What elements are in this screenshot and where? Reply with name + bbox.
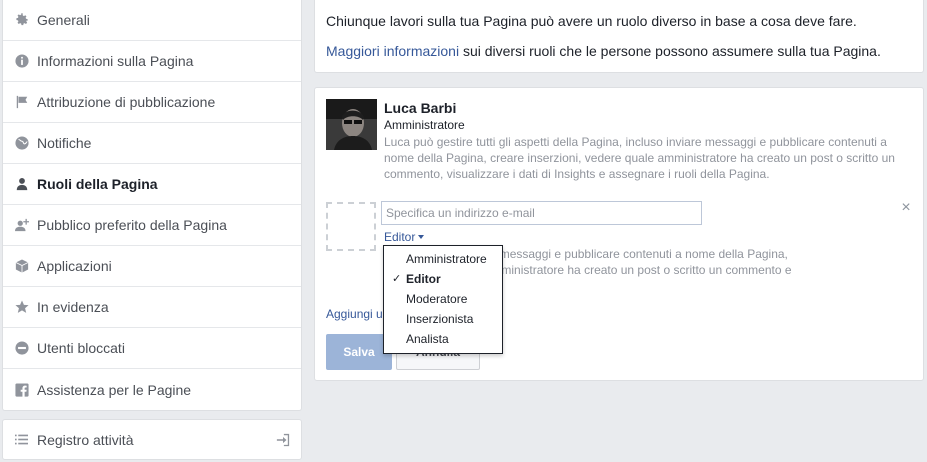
role-option-analista[interactable]: Analista	[384, 329, 502, 349]
email-field[interactable]	[381, 201, 702, 225]
sidebar-item-label: Attribuzione di pubblicazione	[37, 94, 216, 110]
list-icon	[14, 432, 29, 447]
sidebar-item-utenti-bloccati[interactable]: Utenti bloccati	[3, 328, 301, 369]
sidebar-item-label: Generali	[37, 12, 90, 28]
globe-icon	[14, 136, 29, 151]
learn-more-link[interactable]: Maggiori informazioni	[326, 43, 459, 59]
role-option-moderatore[interactable]: Moderatore	[384, 289, 502, 309]
sidebar-item-label: Ruoli della Pagina	[37, 176, 158, 192]
sidebar-item-label: Informazioni sulla Pagina	[37, 53, 194, 69]
person-icon	[14, 177, 29, 192]
role-option-inserzionista[interactable]: Inserzionista	[384, 309, 502, 329]
sidebar-item-notifiche[interactable]: Notifiche	[3, 123, 301, 164]
close-icon[interactable]: ×	[899, 200, 913, 216]
sidebar-item-pubblico[interactable]: Pubblico preferito della Pagina	[3, 205, 301, 246]
sidebar-item-label: Assistenza per le Pagine	[37, 381, 192, 398]
sidebar-item-attribuzione[interactable]: Attribuzione di pubblicazione	[3, 82, 301, 123]
add-another-link[interactable]: Aggiungi u	[326, 307, 383, 321]
sidebar-item-label: In evidenza	[37, 299, 109, 315]
sidebar-item-generali[interactable]: Generali	[3, 0, 301, 41]
open-external-icon[interactable]	[276, 433, 290, 447]
facebook-icon	[14, 382, 29, 397]
role-selector[interactable]: Editor	[384, 230, 425, 244]
role-selector-label: Editor	[384, 230, 416, 244]
role-dropdown-menu: Amministratore ✓ Editor Moderatore Inserz…	[383, 245, 503, 354]
learn-more-rest: sui diversi ruoli che le persone possono…	[459, 43, 881, 59]
person-add-icon	[14, 218, 29, 233]
role-option-amministratore[interactable]: Amministratore	[384, 249, 502, 269]
sidebar-item-label: Registro attività	[37, 431, 134, 448]
gear-icon	[14, 13, 29, 28]
role-option-label: Amministratore	[406, 252, 487, 266]
role-option-label: Moderatore	[406, 292, 468, 306]
avatar[interactable]	[326, 99, 377, 150]
sidebar-item-ruoli[interactable]: Ruoli della Pagina	[3, 164, 301, 205]
role-option-editor[interactable]: ✓ Editor	[384, 269, 502, 289]
chevron-down-icon	[418, 235, 425, 239]
roles-learn-more-text: Maggiori informazioni sui diversi ruoli …	[326, 42, 912, 60]
sidebar-item-registro-attivita[interactable]: Registro attività	[2, 419, 302, 460]
flag-icon	[14, 95, 29, 110]
settings-sidebar: Generali Informazioni sulla Pagina Attri…	[2, 0, 302, 411]
role-option-label: Inserzionista	[406, 312, 474, 326]
roles-info-card: Chiunque lavori sulla tua Pagina può ave…	[314, 0, 924, 73]
user-name[interactable]: Luca Barbi	[384, 100, 456, 116]
sidebar-item-informazioni[interactable]: Informazioni sulla Pagina	[3, 41, 301, 82]
sidebar-item-label: Utenti bloccati	[37, 340, 125, 356]
sidebar-item-in-evidenza[interactable]: In evidenza	[3, 287, 301, 328]
sidebar-item-label: Notifiche	[37, 135, 92, 151]
sidebar-item-assistenza[interactable]: Assistenza per le Pagine	[3, 369, 301, 410]
block-icon	[14, 341, 29, 356]
star-icon	[14, 300, 29, 315]
user-role: Amministratore	[384, 118, 465, 132]
sidebar-item-label: Applicazioni	[37, 258, 112, 274]
cube-icon	[14, 259, 29, 274]
sidebar-item-applicazioni[interactable]: Applicazioni	[3, 246, 301, 287]
role-option-label: Analista	[406, 332, 449, 346]
info-icon	[14, 54, 29, 69]
new-user-avatar-placeholder	[326, 202, 376, 251]
role-option-label: Editor	[406, 272, 441, 286]
sidebar-item-label: Pubblico preferito della Pagina	[37, 217, 227, 233]
roles-intro-text: Chiunque lavori sulla tua Pagina può ave…	[326, 13, 857, 29]
user-role-description: Luca può gestire tutti gli aspetti della…	[384, 135, 895, 181]
checkmark-icon: ✓	[392, 273, 402, 285]
